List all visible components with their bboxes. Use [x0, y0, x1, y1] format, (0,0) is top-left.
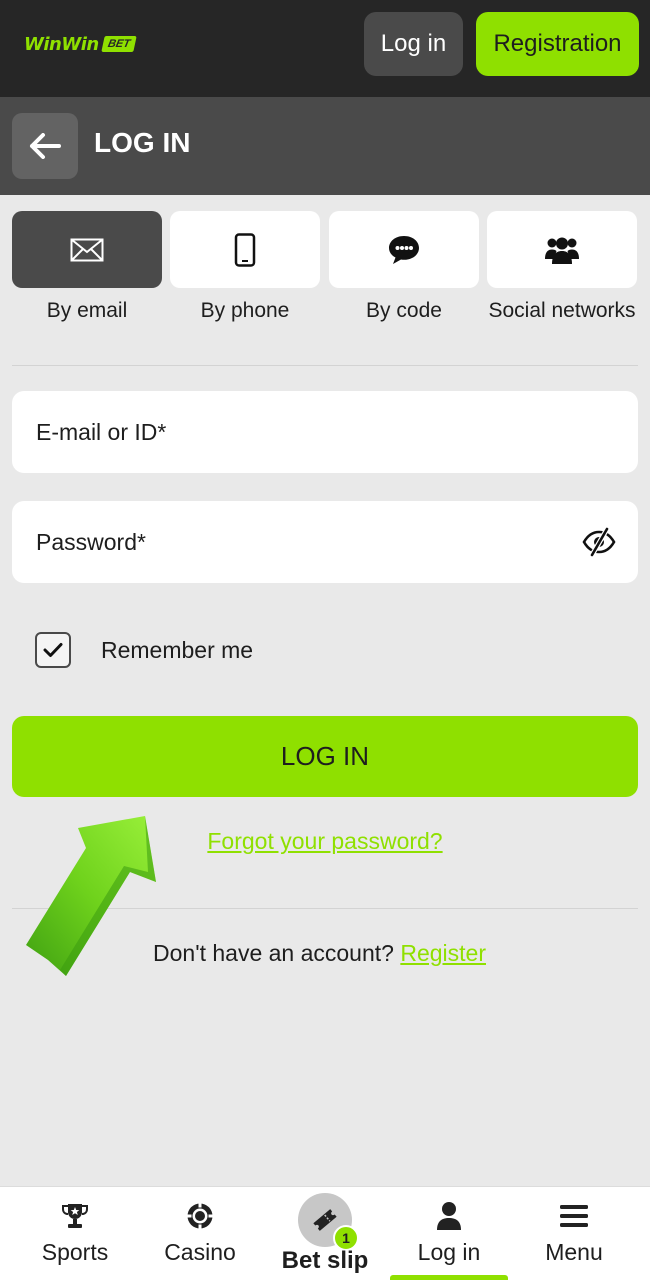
email-field[interactable] [36, 391, 556, 473]
nav-label: Sports [41, 1239, 109, 1265]
casino-chip-icon [187, 1203, 213, 1229]
register-prompt-text: Don't have an account? [153, 940, 394, 966]
tab-label: By code [366, 299, 442, 322]
password-field[interactable] [36, 501, 556, 583]
hamburger-icon [560, 1205, 588, 1227]
nav-casino[interactable]: Casino [140, 1187, 260, 1280]
pointer-arrow-icon [26, 816, 156, 976]
register-link[interactable]: Register [400, 940, 486, 966]
header-login-button[interactable]: Log in [364, 12, 463, 76]
eye-slash-icon [582, 527, 616, 557]
divider [12, 365, 638, 366]
back-button[interactable] [12, 113, 78, 179]
nav-label: Menu [545, 1239, 603, 1265]
header-registration-button[interactable]: Registration [476, 12, 639, 76]
nav-active-indicator [390, 1275, 508, 1280]
envelope-icon [70, 238, 104, 261]
people-icon [545, 237, 579, 264]
nav-log-in[interactable]: Log in [389, 1187, 509, 1280]
winwin-logo[interactable]: WinWin BET [24, 30, 137, 58]
nav-label: Log in [417, 1239, 481, 1265]
remember-me-checkbox[interactable] [35, 632, 71, 668]
tab-by-email[interactable]: By email [12, 211, 162, 324]
arrow-left-icon [30, 133, 61, 159]
bottom-navigation: Sports Casino 1 Bet slip Log in Menu [0, 1186, 650, 1280]
tab-label: By email [46, 299, 128, 322]
trophy-icon [62, 1204, 88, 1228]
nav-sports[interactable]: Sports [15, 1187, 135, 1280]
tab-label: By phone [200, 299, 290, 322]
phone-icon [234, 232, 256, 267]
remember-me-row: Remember me [35, 632, 253, 668]
tab-by-phone[interactable]: By phone [170, 211, 320, 324]
nav-label: Bet slip [281, 1247, 369, 1274]
remember-me-label[interactable]: Remember me [101, 637, 253, 664]
top-header: WinWin BET Log in Registration [0, 0, 650, 97]
nav-bet-slip[interactable]: 1 Bet slip [265, 1187, 385, 1280]
nav-label: Casino [164, 1239, 236, 1265]
tab-label: Social networks [488, 299, 636, 322]
tab-by-code[interactable]: By code [329, 211, 479, 324]
title-bar: LOG IN [0, 97, 650, 195]
login-method-tabs: By email By phone By code Social network… [12, 211, 638, 351]
toggle-password-visibility-button[interactable] [582, 525, 616, 559]
logo-text: WinWin [24, 33, 99, 55]
password-field-container [12, 501, 638, 583]
email-field-container [12, 391, 638, 473]
chat-bubble-icon [389, 235, 419, 264]
login-submit-button[interactable]: LOG IN [12, 716, 638, 797]
page-title: LOG IN [94, 127, 191, 158]
nav-menu[interactable]: Menu [514, 1187, 634, 1280]
forgot-password-link[interactable]: Forgot your password? [207, 828, 442, 854]
tab-social-networks[interactable]: Social networks [487, 211, 637, 324]
logo-badge: BET [100, 36, 137, 52]
user-icon [437, 1202, 461, 1230]
checkmark-icon [43, 643, 63, 657]
